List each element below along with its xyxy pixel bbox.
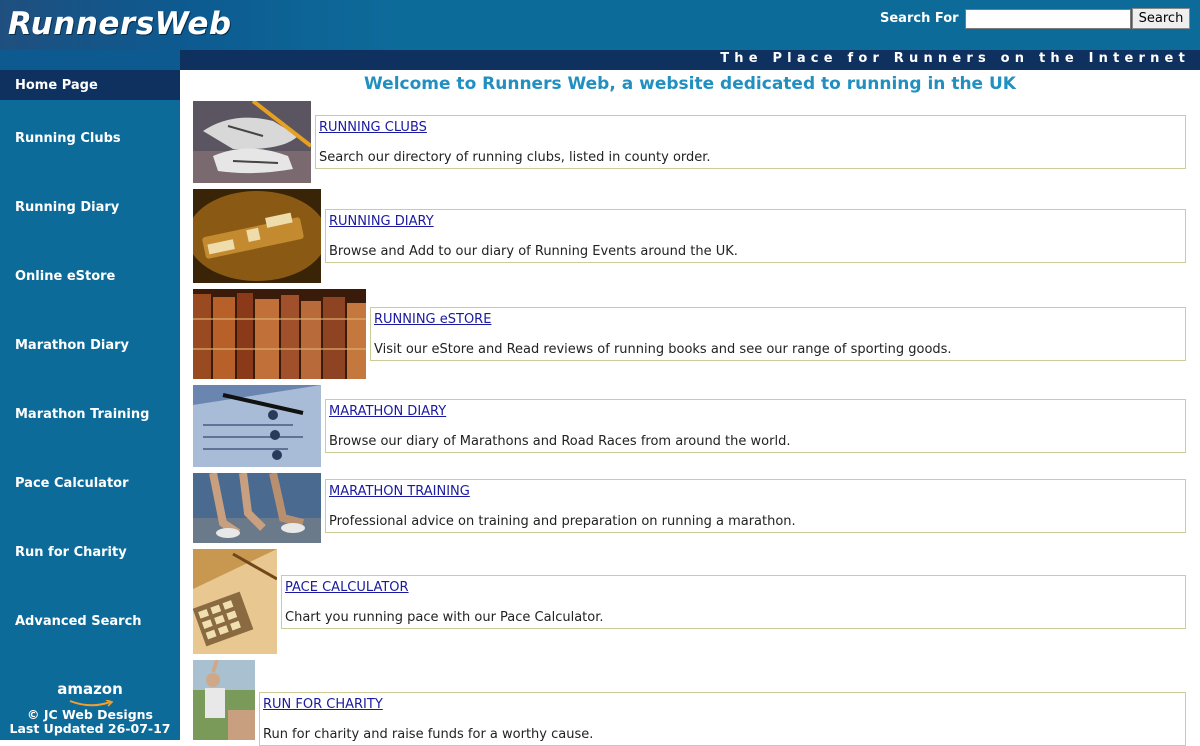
feature-description: Browse and Add to our diary of Running E… [329,244,738,259]
feature-box: RUN FOR CHARITY Run for charity and rais… [259,692,1186,746]
site-header: RunnersWeb Search For Search [0,0,1200,50]
header-left-strip [0,50,180,70]
sidebar-item-home[interactable]: Home Page [15,78,98,93]
sidebar-item-marathon-diary[interactable]: Marathon Diary [15,338,129,353]
running-diary-link[interactable]: RUNNING DIARY [329,214,434,229]
books-image[interactable] [193,289,366,379]
copyright-text: © JC Web Designs [26,707,153,722]
feature-box: PACE CALCULATOR Chart you running pace w… [281,575,1186,629]
sidebar-item-advanced-search[interactable]: Advanced Search [15,614,142,629]
sidebar-item-pace-calculator[interactable]: Pace Calculator [15,476,129,491]
runners-legs-image[interactable] [193,473,321,543]
feature-box: MARATHON TRAINING Professional advice on… [325,479,1186,533]
feature-description: Chart you running pace with our Pace Cal… [285,610,604,625]
feature-box: RUNNING DIARY Browse and Add to our diar… [325,209,1186,263]
site-logo[interactable]: RunnersWeb [8,6,232,42]
search-input[interactable] [965,9,1131,29]
diary-pen-image[interactable] [193,385,321,467]
sidebar-item-marathon-training[interactable]: Marathon Training [15,407,149,422]
sidebar-item-running-diary[interactable]: Running Diary [15,200,119,215]
sidebar-item-online-estore[interactable]: Online eStore [15,269,115,284]
page-title: Welcome to Runners Web, a website dedica… [364,74,1016,94]
pace-calculator-link[interactable]: PACE CALCULATOR [285,580,409,595]
tagline: The Place for Runners on the Internet [720,51,1190,66]
feature-box: MARATHON DIARY Browse our diary of Marat… [325,399,1186,453]
last-updated-text: Last Updated 26-07-17 [9,721,171,736]
feature-box: RUNNING CLUBS Search our directory of ru… [315,115,1186,169]
feature-description: Professional advice on training and prep… [329,514,796,529]
marathon-training-link[interactable]: MARATHON TRAINING [329,484,470,499]
charity-runner-image[interactable] [193,660,255,740]
calculator-image[interactable] [193,549,277,654]
search-label: Search For [880,11,959,26]
running-estore-link[interactable]: RUNNING eSTORE [374,312,491,327]
feature-description: Browse our diary of Marathons and Road R… [329,434,791,449]
run-for-charity-link[interactable]: RUN FOR CHARITY [263,697,383,712]
running-clubs-link[interactable]: RUNNING CLUBS [319,120,427,135]
credits: © JC Web Designs Last Updated 26-07-17 [0,708,180,736]
marathon-diary-link[interactable]: MARATHON DIARY [329,404,446,419]
running-shoes-image[interactable] [193,101,311,183]
search-button[interactable]: Search [1132,8,1190,29]
sidebar-item-running-clubs[interactable]: Running Clubs [15,131,121,146]
feature-box: RUNNING eSTORE Visit our eStore and Read… [370,307,1186,361]
feature-description: Search our directory of running clubs, l… [319,150,711,165]
calendar-dial-image[interactable] [193,189,321,283]
sidebar: Home Page Running Clubs Running Diary On… [0,70,180,740]
tagline-bar: The Place for Runners on the Internet [180,50,1200,70]
sidebar-item-run-for-charity[interactable]: Run for Charity [15,545,127,560]
amazon-logo[interactable]: amazon [0,680,180,698]
feature-description: Visit our eStore and Read reviews of run… [374,342,952,357]
